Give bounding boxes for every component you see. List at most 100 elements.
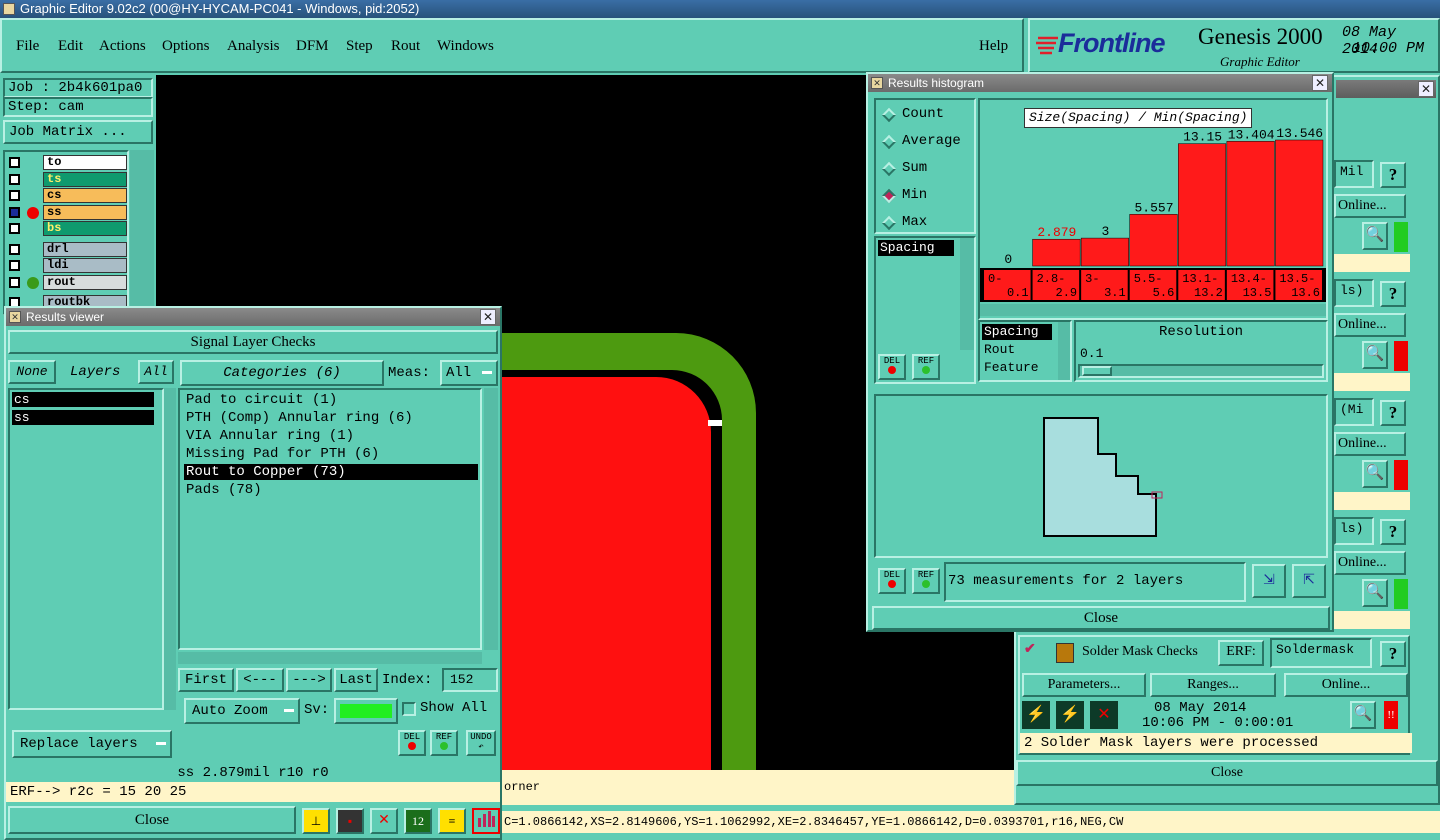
menu-actions[interactable]: Actions [99,38,146,55]
last-button[interactable]: Last [334,668,378,692]
layer-list-item[interactable]: ss [12,410,154,425]
check-zoom-icon[interactable]: 🔍 [1362,460,1388,488]
check-erf-snippet[interactable]: Mil [1334,160,1374,188]
histogram-close-button[interactable]: Close [872,606,1330,630]
meas-dropdown[interactable]: All [440,360,498,386]
option-radio[interactable] [881,161,897,177]
menu-windows[interactable]: Windows [437,38,494,55]
categories-hscrollbar[interactable] [178,652,482,664]
feature-list[interactable]: Spacing Rout Feature [978,320,1072,382]
export-icon-2[interactable]: ⇱ [1292,564,1326,598]
layer-checkbox[interactable] [9,157,20,168]
layer-checkbox[interactable] [9,276,20,288]
tool-icon-2[interactable]: ▪ [336,808,364,834]
check-zoom-icon[interactable]: 🔍 [1362,222,1388,250]
histogram-icon[interactable] [472,808,500,834]
layer-row[interactable]: ts [7,171,127,187]
menu-file[interactable]: File [16,38,39,55]
show-all-checkbox[interactable] [402,702,416,716]
check-online-button[interactable]: Online... [1334,551,1406,575]
category-item[interactable]: Pads (78) [184,482,478,498]
option-radio[interactable] [881,215,897,231]
del-button[interactable]: DEL [878,354,906,380]
check-zoom-icon[interactable]: 🔍 [1362,579,1388,607]
option-label[interactable]: Sum [902,160,927,176]
parameters-button[interactable]: Parameters... [1022,673,1146,697]
histogram-bar[interactable] [1178,143,1227,267]
category-item[interactable]: Rout to Copper (73) [184,464,478,480]
auto-zoom-dropdown[interactable]: Auto Zoom [184,698,300,724]
right-panel-close[interactable]: ✕ [1418,81,1434,97]
spacing-list-scrollbar[interactable] [960,238,974,350]
check-erf-snippet[interactable]: (Mi [1334,398,1374,426]
tool-icon-3[interactable]: ✕ [370,808,398,834]
ref-button[interactable]: REF [912,354,940,380]
option-radio[interactable] [881,134,897,150]
histogram-close-x[interactable]: ✕ [1312,75,1328,91]
export-icon-1[interactable]: ⇲ [1252,564,1286,598]
layer-row[interactable]: to [7,155,127,170]
sv-color-dropdown[interactable] [334,698,398,724]
chart-hscrollbar[interactable] [980,304,1326,316]
categories-list[interactable]: Pad to circuit (1) PTH (Comp) Annular rin… [178,388,482,650]
replace-layers-dropdown[interactable]: Replace layers [12,730,172,758]
check-help-button[interactable]: ? [1380,281,1406,307]
layer-name[interactable]: ss [43,204,127,220]
prev-button[interactable]: <--- [236,668,284,692]
index-input[interactable]: 152 [442,668,498,692]
ranges-button[interactable]: Ranges... [1150,673,1276,697]
layer-row[interactable]: cs [7,188,127,203]
check-online-button[interactable]: Online... [1334,432,1406,456]
check-help-button[interactable]: ? [1380,400,1406,426]
tool-icon-1[interactable]: ⊥ [302,808,330,834]
layer-checkbox[interactable] [9,206,20,218]
menu-edit[interactable]: Edit [58,38,83,55]
category-item[interactable]: Missing Pad for PTH (6) [184,446,478,462]
category-item[interactable]: PTH (Comp) Annular ring (6) [184,410,478,426]
resolution-slider[interactable] [1078,364,1324,378]
layer-name[interactable]: ldi [43,258,127,273]
layers-scrollbar[interactable] [164,388,176,710]
check-help-button[interactable]: ? [1380,162,1406,188]
results-close-button[interactable]: Close [8,806,296,834]
check-zoom-icon[interactable]: 🔍 [1362,341,1388,369]
zoom-icon[interactable]: 🔍 [1350,701,1376,729]
histogram-bar[interactable] [1275,139,1324,267]
layer-checkbox[interactable] [9,243,20,255]
online-button[interactable]: Online... [1284,673,1408,697]
undo-button[interactable]: UNDO ↶ [466,730,496,756]
menu-step[interactable]: Step [346,38,373,55]
none-button[interactable]: None [8,360,56,384]
layer-row[interactable]: rout [7,274,127,290]
feature-list-item[interactable]: Rout [982,342,1015,357]
layer-row[interactable]: drl [7,241,127,257]
histogram-bar[interactable] [1226,141,1275,267]
layer-name[interactable]: cs [43,188,127,203]
histogram-bar[interactable] [1080,237,1129,267]
check-erf-snippet[interactable]: ls) [1334,517,1374,545]
feature-list-item[interactable]: Feature [982,360,1039,375]
layer-row[interactable]: ldi [7,258,127,273]
menu-help[interactable]: Help [979,38,1008,55]
del-button[interactable]: DEL [878,568,906,594]
layer-row[interactable]: bs [7,221,127,236]
slider-handle[interactable] [1082,366,1112,376]
check-erf-snippet[interactable]: ls) [1334,279,1374,307]
run-icon-2[interactable]: ⚡ [1056,701,1084,729]
first-button[interactable]: First [178,668,234,692]
layer-name[interactable]: ts [43,171,127,187]
check-help-button[interactable]: ? [1380,519,1406,545]
feature-list-scrollbar[interactable] [1058,322,1070,380]
ref-button[interactable]: REF [430,730,458,756]
category-item[interactable]: VIA Annular ring (1) [184,428,478,444]
menu-analysis[interactable]: Analysis [227,38,280,55]
layers-list[interactable]: cs ss [8,388,164,710]
layer-checkbox[interactable] [9,223,20,234]
option-label[interactable]: Average [902,133,961,149]
layer-name[interactable]: rout [43,274,127,290]
del-button[interactable]: DEL [398,730,426,756]
next-button[interactable]: ---> [286,668,332,692]
option-label[interactable]: Max [902,214,927,230]
option-radio[interactable] [881,188,897,204]
erf-field[interactable]: Soldermask [1270,638,1372,668]
